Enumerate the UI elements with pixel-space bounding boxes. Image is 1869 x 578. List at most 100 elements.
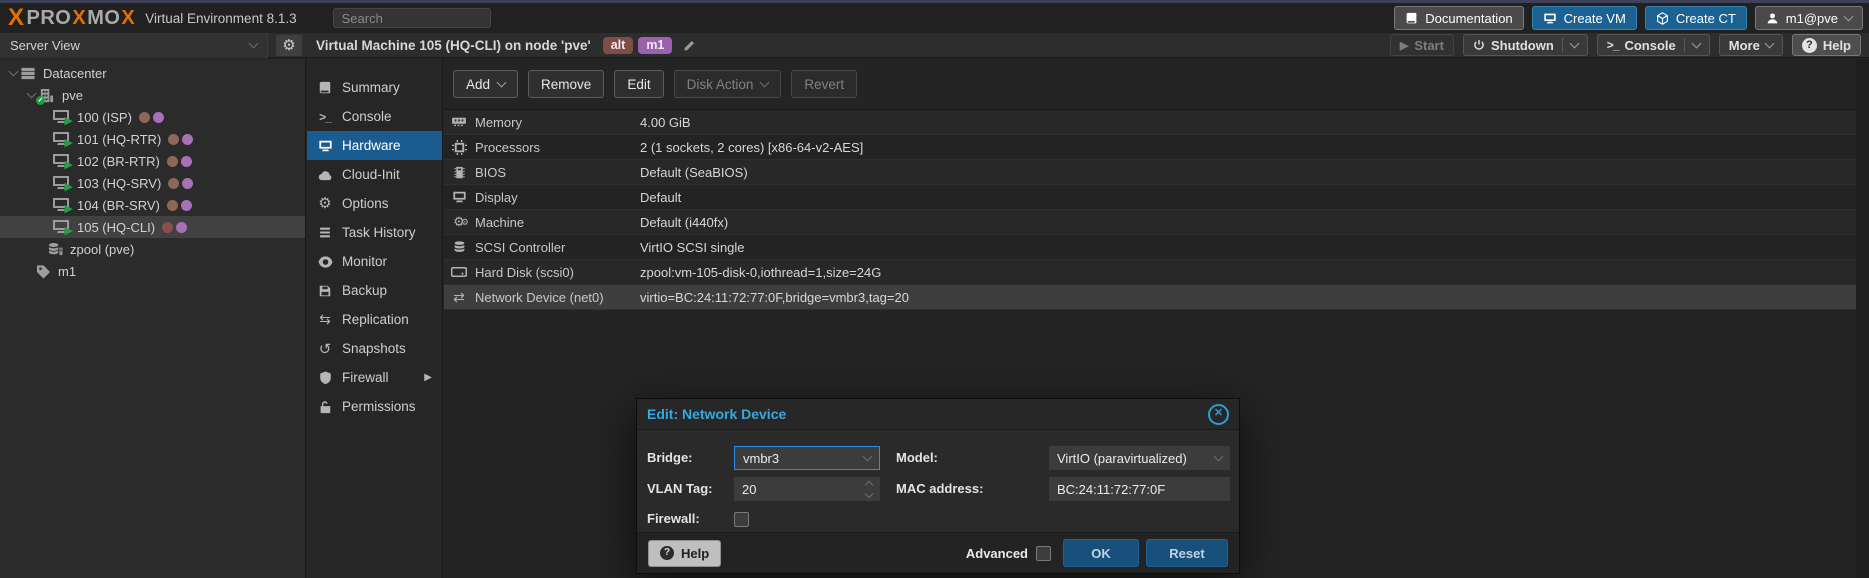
scrollbar-track[interactable]	[1856, 59, 1869, 578]
tree-item-tag-m1[interactable]: m1	[0, 260, 305, 282]
menu-item-options[interactable]: ⚙ Options	[307, 189, 442, 218]
user-menu-button[interactable]: m1@pve	[1755, 6, 1863, 30]
model-combobox[interactable]: VirtIO (paravirtualized)	[1049, 446, 1230, 470]
chevron-down-icon	[760, 78, 770, 88]
running-play-icon: ▶	[65, 138, 73, 149]
replication-icon: ⇆	[317, 311, 333, 328]
book-icon	[317, 81, 333, 95]
model-label: Model:	[896, 446, 938, 470]
start-button[interactable]: ▶ Start	[1390, 34, 1454, 56]
hardware-row-memory[interactable]: Memory 4.00 GiB	[444, 110, 1856, 135]
add-button[interactable]: Add	[453, 70, 518, 98]
tree-item-pve[interactable]: ✓ pve	[0, 84, 305, 106]
shutdown-button[interactable]: Shutdown	[1463, 34, 1588, 56]
menu-item-snapshots[interactable]: ↺ Snapshots	[307, 334, 442, 363]
menu-item-summary[interactable]: Summary	[307, 73, 442, 102]
monitor-icon	[1543, 12, 1557, 25]
menu-item-task-history[interactable]: Task History	[307, 218, 442, 247]
vm-tags: alt m1	[603, 37, 697, 54]
gear-icon: ⚙	[317, 196, 333, 211]
create-vm-button[interactable]: Create VM	[1532, 6, 1637, 30]
mac-address-label: MAC address:	[896, 477, 983, 501]
display-icon	[317, 139, 333, 153]
hardware-row-network-device[interactable]: ⇄ Network Device (net0) virtio=BC:24:11:…	[444, 285, 1856, 310]
close-icon[interactable]: ✕	[1208, 404, 1229, 425]
bridge-label: Bridge:	[647, 446, 693, 470]
hardware-toolbar: Add Remove Edit Disk Action Revert	[444, 59, 1869, 110]
running-play-icon: ▶	[65, 204, 73, 215]
running-play-icon: ▶	[65, 116, 73, 127]
help-button[interactable]: ? Help	[1792, 34, 1861, 56]
tree-item-storage-zpool[interactable]: zpool (pve)	[0, 238, 305, 260]
vm-icon: ▶	[52, 220, 70, 235]
advanced-checkbox[interactable]	[1036, 546, 1051, 561]
tree-item-vm-103[interactable]: ▶ 103 (HQ-SRV)	[0, 172, 305, 194]
power-icon	[1473, 39, 1485, 51]
memory-icon	[451, 116, 467, 128]
chevron-down-icon[interactable]	[1214, 452, 1224, 462]
user-icon	[1766, 12, 1779, 25]
tree-item-datacenter[interactable]: Datacenter	[0, 62, 305, 84]
chevron-down-icon[interactable]	[1569, 39, 1579, 49]
remove-button[interactable]: Remove	[528, 70, 604, 98]
menu-item-permissions[interactable]: Permissions	[307, 392, 442, 421]
spinner-arrows[interactable]	[866, 482, 872, 497]
hardware-row-bios[interactable]: BIOS Default (SeaBIOS)	[444, 160, 1856, 185]
reset-button[interactable]: Reset	[1146, 539, 1228, 567]
mac-address-field[interactable]: BC:24:11:72:77:0F	[1049, 477, 1230, 501]
expand-caret-icon[interactable]	[6, 71, 20, 75]
tree-settings-button[interactable]: ⚙	[276, 35, 302, 56]
bridge-combobox[interactable]: vmbr3	[734, 446, 880, 470]
hardware-row-processors[interactable]: Processors 2 (1 sockets, 2 cores) [x86-6…	[444, 135, 1856, 160]
menu-item-replication[interactable]: ⇆ Replication	[307, 305, 442, 334]
view-select[interactable]: Server View	[0, 33, 268, 58]
dialog-help-button[interactable]: ? Help	[648, 540, 721, 567]
vm-icon: ▶	[52, 176, 70, 191]
hardware-row-scsi-controller[interactable]: SCSI Controller VirtIO SCSI single	[444, 235, 1856, 260]
tree-item-vm-100[interactable]: ▶ 100 (ISP)	[0, 106, 305, 128]
edit-tags-pencil-icon[interactable]	[683, 39, 696, 52]
menu-item-backup[interactable]: Backup	[307, 276, 442, 305]
chevron-down-icon[interactable]	[863, 452, 873, 462]
tree-item-vm-101[interactable]: ▶ 101 (HQ-RTR)	[0, 128, 305, 150]
product-version: Virtual Environment 8.1.3	[145, 11, 296, 26]
search-input[interactable]	[333, 8, 491, 28]
documentation-button[interactable]: Documentation	[1394, 6, 1523, 30]
proxmox-app: X PROXMOX Virtual Environment 8.1.3 Docu…	[0, 0, 1869, 578]
tag-dots	[167, 156, 192, 167]
hardware-row-display[interactable]: Display Default	[444, 185, 1856, 210]
online-check-icon: ✓	[36, 96, 45, 105]
firewall-checkbox[interactable]	[734, 512, 749, 527]
menu-item-console[interactable]: >_ Console	[307, 102, 442, 131]
book-icon	[1405, 12, 1418, 25]
console-button[interactable]: >_ Console	[1597, 34, 1710, 56]
tag-dots	[139, 112, 164, 123]
play-icon: ▶	[1400, 39, 1408, 52]
expand-caret-icon[interactable]	[24, 93, 38, 97]
hardware-row-hard-disk[interactable]: Hard Disk (scsi0) zpool:vm-105-disk-0,io…	[444, 260, 1856, 285]
shield-icon	[317, 371, 333, 385]
menu-item-monitor[interactable]: Monitor	[307, 247, 442, 276]
running-play-icon: ▶	[65, 226, 73, 237]
create-ct-button[interactable]: Create CT	[1645, 6, 1747, 30]
chevron-down-icon	[249, 39, 259, 49]
menu-item-hardware[interactable]: Hardware	[307, 131, 442, 160]
edit-button[interactable]: Edit	[614, 70, 663, 98]
proxmox-logo-icon: X	[8, 4, 25, 32]
tree-item-vm-102[interactable]: ▶ 102 (BR-RTR)	[0, 150, 305, 172]
display-icon	[451, 190, 467, 204]
revert-button[interactable]: Revert	[791, 70, 857, 98]
ok-button[interactable]: OK	[1063, 539, 1139, 567]
dialog-header[interactable]: Edit: Network Device ✕	[637, 399, 1239, 430]
menu-item-firewall[interactable]: Firewall ▶	[307, 363, 442, 392]
hardware-row-machine[interactable]: ⚙⚙ Machine Default (i440fx)	[444, 210, 1856, 235]
disk-action-button[interactable]: Disk Action	[674, 70, 782, 98]
tree-item-vm-105[interactable]: ▶ 105 (HQ-CLI)	[0, 216, 305, 238]
tree-item-vm-104[interactable]: ▶ 104 (BR-SRV)	[0, 194, 305, 216]
menu-item-cloud-init[interactable]: Cloud-Init	[307, 160, 442, 189]
tag-icon	[36, 264, 51, 279]
vlan-tag-spinner[interactable]: 20	[734, 477, 880, 501]
hdd-icon	[451, 267, 467, 277]
more-button[interactable]: More	[1719, 34, 1783, 56]
chevron-down-icon[interactable]	[1691, 39, 1701, 49]
